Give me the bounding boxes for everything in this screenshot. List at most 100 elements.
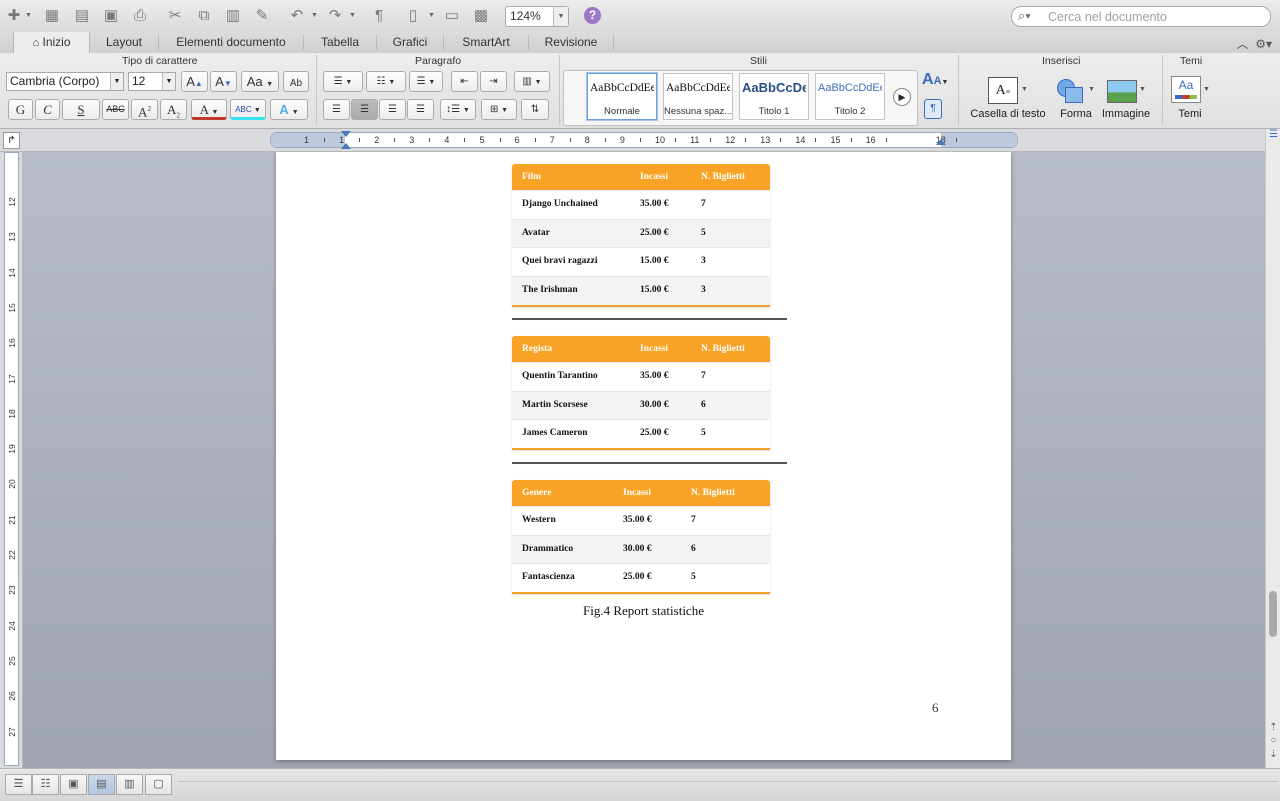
vertical-ruler[interactable]: 12 13 14 15 16 17 18 19 20 21 22 23 24 25 26 27 — [4, 152, 19, 766]
tab-tabella[interactable]: Tabella — [304, 32, 376, 53]
redo-dropdown-icon[interactable]: ▼ — [349, 12, 356, 19]
line-spacing-button[interactable]: ↕☰ ▼ — [440, 99, 476, 120]
numbering-button[interactable]: ☷ ▼ — [366, 71, 406, 92]
zoom-dropdown-icon[interactable]: ▼ — [553, 7, 568, 26]
help-icon[interactable]: ? — [584, 7, 601, 24]
image-icon[interactable] — [1107, 80, 1137, 103]
strikethrough-button[interactable]: ABC — [102, 99, 129, 120]
view-outline-button[interactable]: ☷ — [32, 774, 59, 795]
image-label[interactable]: Immagine — [1100, 108, 1152, 120]
themes-label[interactable]: Temi — [1168, 108, 1212, 120]
text-effects-button[interactable]: A ▼ — [270, 99, 308, 120]
view-draft-button[interactable]: ☰ — [5, 774, 32, 795]
shrink-font-button[interactable]: A▼ — [210, 71, 237, 92]
style-set-icon[interactable]: AA▼ — [922, 71, 948, 89]
italic-button[interactable]: C — [35, 99, 60, 120]
report-table-genere[interactable]: Genere Incassi N. Biglietti Western 35.0… — [512, 480, 770, 595]
superscript-button[interactable]: A2 — [131, 99, 158, 120]
search-field[interactable]: ⌕▾ — [1011, 6, 1271, 27]
view-publishing-button[interactable]: ▣ — [60, 774, 87, 795]
sort-button[interactable]: ⇅ — [521, 99, 549, 120]
report-table-regista[interactable]: Regista Incassi N. Biglietti Quentin Tar… — [512, 336, 770, 451]
undo-dropdown-icon[interactable]: ▼ — [311, 12, 318, 19]
tab-grafici[interactable]: Grafici — [377, 32, 443, 53]
textbox-icon[interactable]: A≡ — [988, 77, 1018, 104]
align-center-button[interactable]: ☰ — [351, 99, 378, 120]
cut-icon[interactable]: ✂ — [165, 6, 185, 26]
media-browser-icon[interactable]: ▭ — [442, 6, 462, 26]
view-print-layout-button[interactable]: ▤ — [88, 774, 115, 795]
align-left-button[interactable]: ☰ — [323, 99, 350, 120]
open-icon[interactable]: ▤ — [72, 6, 92, 26]
toolbox-icon[interactable]: ▩ — [471, 6, 491, 26]
browse-object-icon[interactable]: ○ — [1267, 735, 1280, 746]
format-painter-icon[interactable]: ✎ — [252, 6, 272, 26]
align-right-button[interactable]: ☰ — [379, 99, 406, 120]
increase-indent-button[interactable]: ⇥ — [480, 71, 507, 92]
chevron-down-icon[interactable]: ▼ — [1139, 86, 1146, 93]
subscript-button[interactable]: A2 — [160, 99, 187, 120]
new-document-icon[interactable]: ✚ — [4, 6, 24, 26]
view-notebook-button[interactable]: ▥ — [116, 774, 143, 795]
print-icon[interactable]: ⎙ — [130, 6, 150, 26]
decrease-indent-button[interactable]: ⇤ — [451, 71, 478, 92]
scrollbar-thumb[interactable] — [1269, 591, 1277, 637]
grow-font-button[interactable]: A▲ — [181, 71, 208, 92]
shape-icon[interactable] — [1057, 79, 1083, 103]
chevron-down-icon[interactable]: ▼ — [1088, 86, 1095, 93]
themes-icon[interactable]: Aa — [1171, 76, 1201, 103]
right-indent-marker[interactable] — [936, 139, 946, 145]
tab-inizio[interactable]: ⌂ Inizio — [13, 32, 90, 54]
ruler-toggle-icon[interactable]: ☰ — [1267, 129, 1280, 140]
undo-icon[interactable]: ↶ — [287, 6, 307, 26]
zoom-select[interactable]: 124% ▼ — [505, 6, 569, 27]
columns-button[interactable]: ▥ ▼ — [514, 71, 550, 92]
tab-revisione[interactable]: Revisione — [529, 32, 613, 53]
tab-stop-selector[interactable]: ↱ — [3, 132, 20, 149]
redo-icon[interactable]: ↷ — [325, 6, 345, 26]
font-size-select[interactable]: 12 ▼ — [128, 72, 176, 91]
underline-button[interactable]: S — [62, 99, 100, 120]
tab-elementi-documento[interactable]: Elementi documento — [159, 32, 303, 53]
left-indent-marker[interactable] — [341, 143, 351, 149]
style-nessuna-spaziatura[interactable]: AaBbCcDdEe Nessuna spaz... — [663, 73, 733, 120]
search-input[interactable] — [1046, 8, 1265, 26]
bold-button[interactable]: G — [8, 99, 33, 120]
copy-icon[interactable]: ⧉ — [194, 6, 214, 26]
ribbon-collapse-controls[interactable]: ︿ ⚙▾ — [1237, 35, 1272, 52]
search-icon[interactable]: ⌕▾ — [1018, 8, 1031, 24]
first-line-indent-marker[interactable] — [341, 131, 351, 137]
tab-smartart[interactable]: SmartArt — [444, 32, 528, 53]
scroll-up-icon[interactable]: ⇡ — [1267, 722, 1280, 733]
view-focus-button[interactable]: ▢ — [145, 774, 172, 795]
justify-button[interactable]: ☰ — [407, 99, 434, 120]
paste-icon[interactable]: ▥ — [223, 6, 243, 26]
font-name-select[interactable]: Cambria (Corpo) ▼ — [6, 72, 124, 91]
clear-formatting-button[interactable]: Ab — [283, 71, 309, 92]
save-icon[interactable]: ▣ — [101, 6, 121, 26]
highlight-button[interactable]: ABC ▼ — [230, 99, 266, 120]
styles-next-icon[interactable]: ▶ — [893, 88, 911, 106]
textbox-label[interactable]: Casella di testo — [966, 108, 1050, 120]
document-canvas[interactable]: Film Incassi N. Biglietti Django Unchain… — [23, 152, 1265, 768]
borders-button[interactable]: ⊞ ▼ — [481, 99, 517, 120]
multilevel-list-button[interactable]: ☰ ▼ — [409, 71, 443, 92]
shape-label[interactable]: Forma — [1056, 108, 1096, 120]
chevron-down-icon[interactable]: ▼ — [1203, 86, 1210, 93]
report-table-film[interactable]: Film Incassi N. Biglietti Django Unchain… — [512, 164, 770, 307]
horizontal-ruler[interactable]: 1 1 2 3 4 5 6 7 8 9 10 11 12 13 14 15 16 18 — [270, 132, 1018, 148]
change-case-button[interactable]: Aa ▼ — [241, 71, 279, 92]
style-titolo-1[interactable]: AaBbCcDe Titolo 1 — [739, 73, 809, 120]
new-dropdown-icon[interactable]: ▼ — [25, 12, 32, 19]
scroll-down-icon[interactable]: ⇣ — [1267, 749, 1280, 760]
styles-pane-icon[interactable]: ¶ — [924, 99, 942, 119]
vertical-scrollbar[interactable]: ☰ ⇡ ○ ⇣ — [1265, 129, 1280, 768]
pilcrow-icon[interactable]: ¶ — [369, 6, 389, 26]
tab-layout[interactable]: Layout — [90, 32, 158, 53]
style-normale[interactable]: AaBbCcDdEe Normale — [587, 73, 657, 120]
sidebar-icon[interactable]: ▯ — [403, 6, 423, 26]
templates-icon[interactable]: ▦ — [42, 6, 62, 26]
font-color-button[interactable]: A ▼ — [191, 99, 227, 120]
sidebar-dropdown-icon[interactable]: ▼ — [428, 12, 435, 19]
document-page[interactable]: Film Incassi N. Biglietti Django Unchain… — [276, 152, 1011, 760]
